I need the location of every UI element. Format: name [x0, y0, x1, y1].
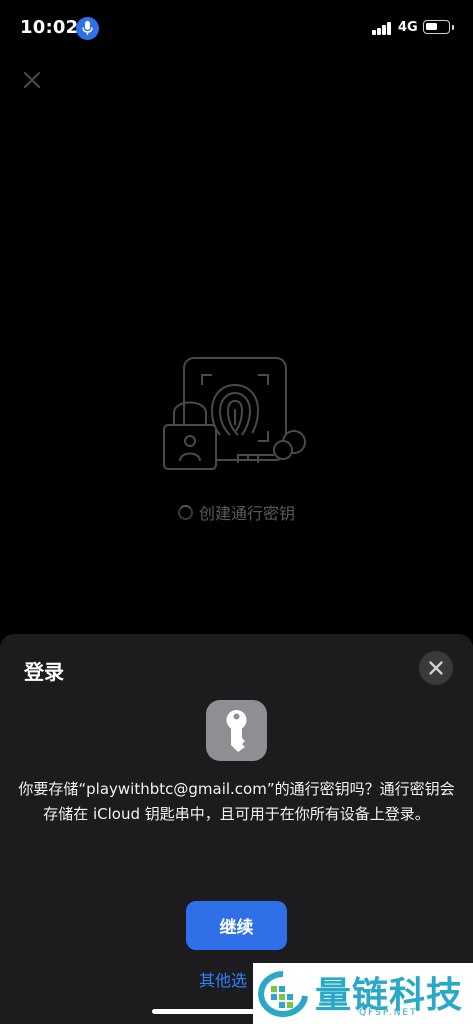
spinner-icon — [177, 505, 193, 520]
close-icon — [429, 661, 443, 675]
watermark-domain: QFSP.NET — [359, 1008, 418, 1018]
close-icon[interactable] — [22, 70, 42, 90]
network-type: 4G — [398, 20, 418, 35]
sheet-message: 你要存储“playwithbtc@gmail.com”的通行密钥吗？通行密钥会存… — [18, 780, 455, 823]
status-bar: 10:02 4G — [0, 0, 473, 56]
signal-bars-icon — [372, 21, 394, 35]
battery-icon — [423, 20, 454, 34]
microphone-icon — [76, 17, 99, 40]
creating-passkey-status: 创建通行密钥 — [0, 500, 473, 524]
watermark-logo — [258, 971, 308, 1017]
continue-button[interactable]: 继续 — [186, 901, 287, 950]
sheet-close-button[interactable] — [419, 651, 453, 685]
creating-passkey-label: 创建通行密钥 — [198, 504, 295, 523]
passkey-illustration — [160, 355, 315, 475]
key-icon — [206, 700, 267, 761]
other-options-link[interactable]: 其他选 — [199, 967, 247, 991]
sheet-title: 登录 — [24, 660, 64, 684]
watermark: 量链科技 QFSP.NET — [253, 963, 473, 1024]
status-time: 10:02 — [20, 17, 79, 38]
